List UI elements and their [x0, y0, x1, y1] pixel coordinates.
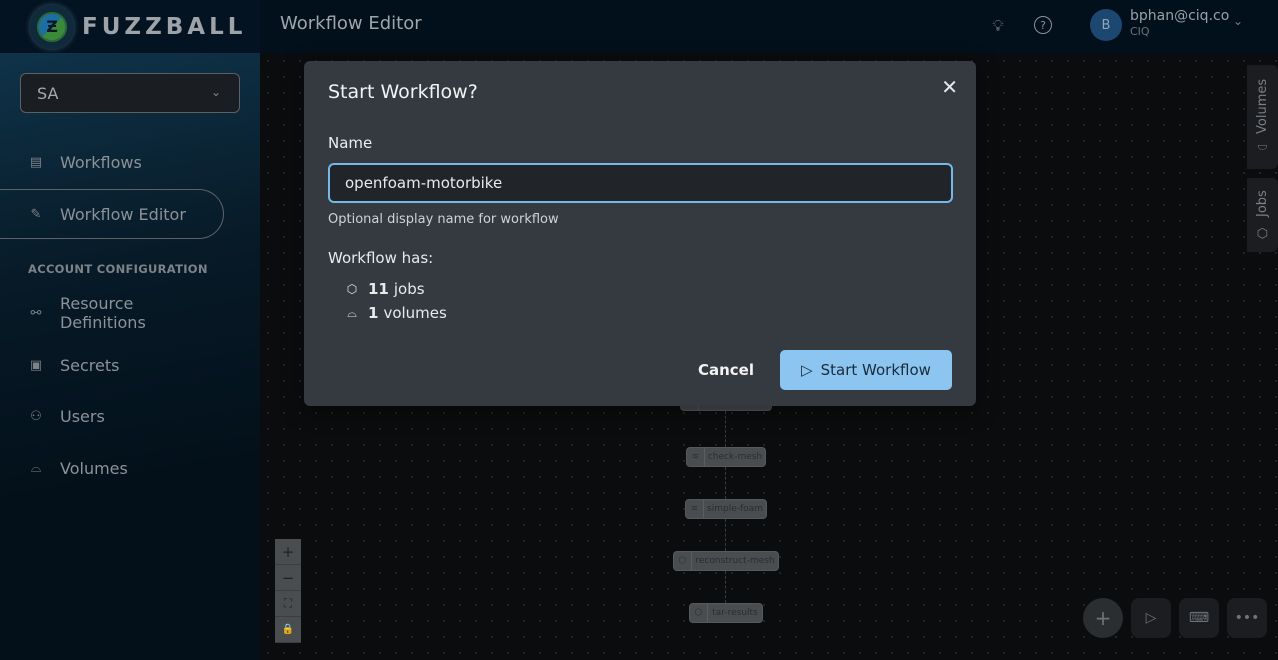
list-icon: ▤ — [29, 154, 43, 170]
button-label: Start Workflow — [820, 361, 931, 379]
more-button[interactable]: ••• — [1227, 598, 1267, 638]
node-label: tar-results — [712, 608, 758, 618]
sidebar-item-resource-definitions[interactable]: ⚯ Resource Definitions — [0, 288, 224, 338]
sidebar-item-label: Users — [60, 406, 105, 426]
workflow-node[interactable]: ⬡ tar-results — [689, 603, 763, 623]
workflow-has-label: Workflow has: — [328, 249, 434, 267]
chevron-down-icon: ⌄ — [210, 85, 221, 99]
help-icon[interactable]: ? — [1034, 16, 1052, 34]
workflow-node[interactable]: ≋ check-mesh — [686, 447, 766, 467]
sidebar-item-label: Workflows — [60, 152, 142, 172]
workflow-node[interactable]: ⬡ reconstruct-mesh — [673, 551, 779, 571]
sidebar-item-label: Workflow Editor — [60, 204, 186, 224]
layers-icon: ≋ — [687, 448, 705, 466]
lightbulb-icon[interactable]: 💡︎ — [986, 14, 1010, 38]
top-header: Ƶ FUZZBALL Workflow Editor 💡︎ ? B bphan@… — [0, 0, 1278, 53]
cube-icon: ⬡ — [346, 282, 358, 296]
zoom-in-button[interactable]: + — [275, 539, 301, 565]
name-hint: Optional display name for workflow — [328, 212, 559, 227]
edge — [725, 411, 726, 447]
fit-view-button[interactable]: ⛶ — [275, 591, 301, 617]
tab-label: Volumes — [1255, 78, 1270, 135]
start-workflow-dialog: Start Workflow? ✕ Name Optional display … — [304, 61, 976, 406]
node-label: simple-foam — [707, 504, 763, 514]
avatar[interactable]: B — [1090, 9, 1122, 41]
sidebar-item-users[interactable]: ⚇ Users — [0, 391, 224, 441]
user-email[interactable]: bphan@ciq.co — [1130, 8, 1229, 24]
logo[interactable]: Ƶ FUZZBALL — [0, 0, 260, 53]
edge — [725, 519, 726, 551]
cancel-button[interactable]: Cancel — [688, 350, 764, 390]
node-label: reconstruct-mesh — [695, 556, 775, 566]
brand-name: FUZZBALL — [82, 13, 247, 40]
cube-icon: ⬡ — [690, 604, 708, 622]
layers-icon: ≋ — [686, 500, 704, 518]
user-org: CIQ — [1130, 25, 1150, 38]
sidebar-item-label: Resource Definitions — [59, 294, 146, 332]
sidebar: SA ⌄ ▤ Workflows ✎ Workflow Editor ACCOUNT … — [0, 53, 260, 660]
play-icon: ▷ — [801, 361, 813, 379]
name-input[interactable] — [328, 163, 953, 203]
chevron-down-icon[interactable]: ⌄ — [1233, 14, 1243, 28]
edge — [725, 467, 726, 499]
sidebar-item-workflows[interactable]: ▤ Workflows — [0, 137, 224, 187]
secret-icon: ▣ — [29, 357, 43, 373]
workflow-node[interactable]: ≋ simple-foam — [685, 499, 767, 519]
sidebar-item-volumes[interactable]: ⌓ Volumes — [0, 443, 224, 493]
drive-icon: ⌓ — [1255, 142, 1270, 156]
cube-icon: ⬡ — [1255, 224, 1270, 240]
start-workflow-button[interactable]: ▷ Start Workflow — [780, 350, 952, 390]
name-label: Name — [328, 134, 373, 152]
dialog-title: Start Workflow? — [328, 81, 478, 103]
keyboard-icon[interactable]: ⌨ — [1179, 598, 1219, 638]
sidebar-item-secrets[interactable]: ▣ Secrets — [0, 340, 224, 390]
sidebar-item-label: Volumes — [60, 458, 128, 478]
drive-icon: ⌓ — [30, 460, 42, 476]
cube-icon: ⬡ — [674, 552, 692, 570]
users-icon: ⚇ — [30, 408, 42, 424]
edit-icon: ✎ — [30, 206, 42, 222]
hierarchy-icon: ⚯ — [30, 305, 42, 321]
node-label: check-mesh — [707, 452, 763, 462]
sidebar-item-workflow-editor[interactable]: ✎ Workflow Editor — [0, 189, 224, 239]
add-node-button[interactable]: + — [1083, 598, 1123, 638]
volumes-tab[interactable]: ⌓ Volumes — [1247, 65, 1278, 169]
edge — [725, 571, 726, 603]
org-select[interactable]: SA ⌄ — [20, 73, 240, 113]
run-button[interactable]: ▷ — [1131, 598, 1171, 638]
lock-button[interactable]: 🔒 — [275, 617, 301, 643]
drive-icon: ⌓ — [347, 305, 357, 320]
zoom-out-button[interactable]: − — [275, 565, 301, 591]
section-label: ACCOUNT CONFIGURATION — [28, 262, 208, 276]
page-title: Workflow Editor — [280, 13, 422, 34]
volumes-count: ⌓ 1 volumes — [344, 304, 447, 322]
sidebar-item-label: Secrets — [60, 355, 120, 375]
org-select-value: SA — [37, 83, 59, 103]
logo-icon: Ƶ — [30, 4, 74, 49]
tab-label: Jobs — [1255, 190, 1270, 217]
jobs-count: ⬡ 11 jobs — [344, 280, 425, 298]
jobs-tab[interactable]: ⬡ Jobs — [1247, 178, 1278, 252]
close-icon[interactable]: ✕ — [941, 75, 958, 99]
